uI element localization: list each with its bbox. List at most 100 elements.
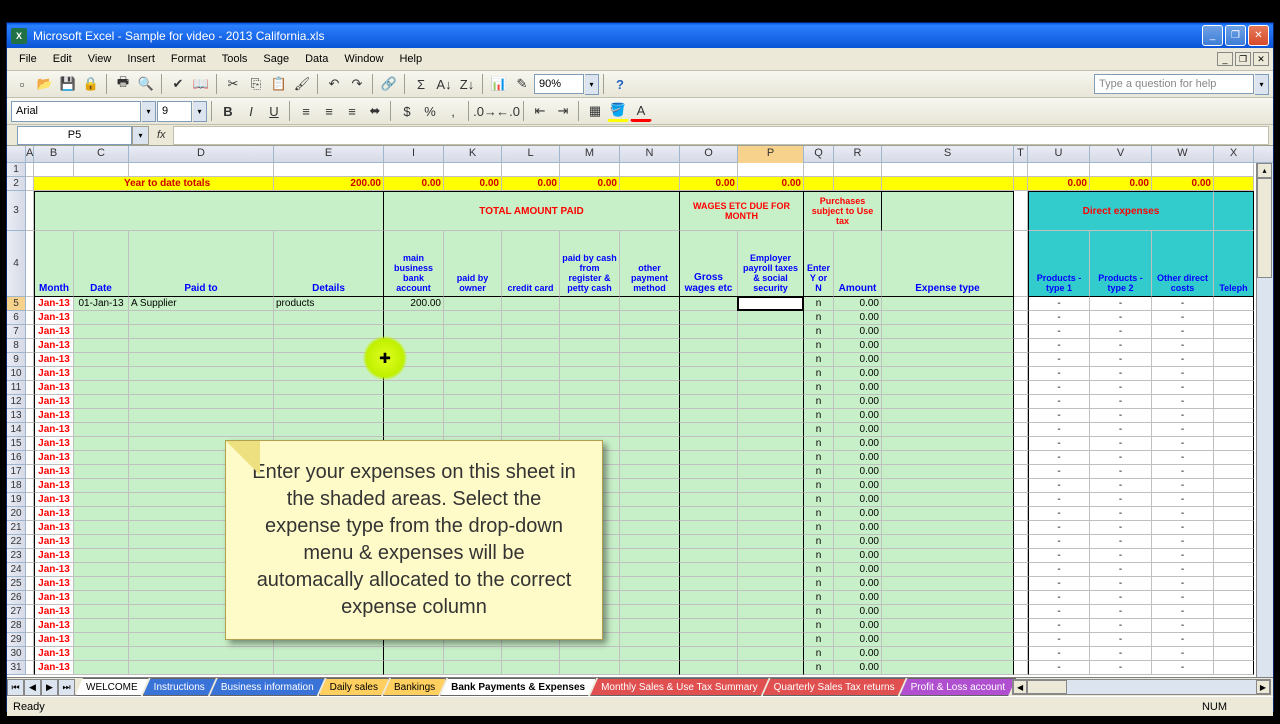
cell-Q10[interactable]: n — [804, 367, 834, 381]
colhdr-I[interactable]: main business bank account — [384, 231, 444, 297]
cell-P31[interactable] — [738, 661, 804, 675]
cell-W17[interactable]: - — [1152, 465, 1214, 479]
cell-N10[interactable] — [620, 367, 680, 381]
cell-N17[interactable] — [620, 465, 680, 479]
cell-M31[interactable] — [560, 661, 620, 675]
cell-C20[interactable] — [74, 507, 129, 521]
cell-O9[interactable] — [680, 353, 738, 367]
cell-V9[interactable]: - — [1090, 353, 1152, 367]
menu-file[interactable]: File — [11, 51, 45, 67]
cell-C23[interactable] — [74, 549, 129, 563]
cell-P20[interactable] — [738, 507, 804, 521]
cell-E5[interactable]: products — [274, 297, 384, 311]
cell-S18[interactable] — [882, 479, 1014, 493]
cell-P17[interactable] — [738, 465, 804, 479]
cell-B24[interactable]: Jan-13 — [34, 563, 74, 577]
cell-M5[interactable] — [560, 297, 620, 311]
cell-B31[interactable]: Jan-13 — [34, 661, 74, 675]
inc-indent-icon[interactable]: ⇥ — [552, 100, 574, 122]
cell-U13[interactable]: - — [1028, 409, 1090, 423]
cell-V13[interactable]: - — [1090, 409, 1152, 423]
cell-O16[interactable] — [680, 451, 738, 465]
cell-V10[interactable]: - — [1090, 367, 1152, 381]
row-header-25[interactable]: 25 — [7, 577, 26, 591]
cell-N26[interactable] — [620, 591, 680, 605]
cell-U27[interactable]: - — [1028, 605, 1090, 619]
colhdr-E[interactable]: Details — [274, 231, 384, 297]
cell-R17[interactable]: 0.00 — [834, 465, 882, 479]
hdr-direct-expenses[interactable]: Direct expenses — [1028, 191, 1214, 231]
col-header-A[interactable]: A — [26, 146, 34, 163]
cell-N29[interactable] — [620, 633, 680, 647]
cell-B16[interactable]: Jan-13 — [34, 451, 74, 465]
cell-P21[interactable] — [738, 521, 804, 535]
cell-R22[interactable]: 0.00 — [834, 535, 882, 549]
cell-Q9[interactable]: n — [804, 353, 834, 367]
cell-N5[interactable] — [620, 297, 680, 311]
name-box[interactable]: P5 — [17, 126, 132, 145]
inc-dec-icon[interactable]: .0→ — [474, 100, 496, 122]
cell-K13[interactable] — [444, 409, 502, 423]
cell-S21[interactable] — [882, 521, 1014, 535]
hdr-expensetype-blank[interactable] — [882, 191, 1014, 231]
cell-K7[interactable] — [444, 325, 502, 339]
cell-W31[interactable]: - — [1152, 661, 1214, 675]
cell-N7[interactable] — [620, 325, 680, 339]
cell-Q11[interactable]: n — [804, 381, 834, 395]
cell-U8[interactable]: - — [1028, 339, 1090, 353]
cell-M14[interactable] — [560, 423, 620, 437]
cell-R11[interactable]: 0.00 — [834, 381, 882, 395]
cell-V18[interactable]: - — [1090, 479, 1152, 493]
cell-L7[interactable] — [502, 325, 560, 339]
cell-K30[interactable] — [444, 647, 502, 661]
col-header-O[interactable]: O — [680, 146, 738, 163]
col-header-B[interactable]: B — [34, 146, 74, 163]
cell-V6[interactable]: - — [1090, 311, 1152, 325]
colhdr-B[interactable]: Month — [34, 231, 74, 297]
cell-E7[interactable] — [274, 325, 384, 339]
cell-S15[interactable] — [882, 437, 1014, 451]
cell-V30[interactable]: - — [1090, 647, 1152, 661]
cell-B23[interactable]: Jan-13 — [34, 549, 74, 563]
cell-I31[interactable] — [384, 661, 444, 675]
research-icon[interactable]: 📖 — [190, 73, 212, 95]
drawing-icon[interactable]: ✎ — [511, 73, 533, 95]
row-header-23[interactable]: 23 — [7, 549, 26, 563]
cell-D31[interactable] — [129, 661, 274, 675]
menu-sage[interactable]: Sage — [255, 51, 297, 67]
colhdr-M[interactable]: paid by cash from register & petty cash — [560, 231, 620, 297]
cell-W8[interactable]: - — [1152, 339, 1214, 353]
cell-N9[interactable] — [620, 353, 680, 367]
cell-Q30[interactable]: n — [804, 647, 834, 661]
cell-B22[interactable]: Jan-13 — [34, 535, 74, 549]
row-header-7[interactable]: 7 — [7, 325, 26, 339]
cell-N28[interactable] — [620, 619, 680, 633]
cell-Q22[interactable]: n — [804, 535, 834, 549]
menu-edit[interactable]: Edit — [45, 51, 80, 67]
cell-U6[interactable]: - — [1028, 311, 1090, 325]
cell-U29[interactable]: - — [1028, 633, 1090, 647]
cell-L9[interactable] — [502, 353, 560, 367]
cell-V21[interactable]: - — [1090, 521, 1152, 535]
save-icon[interactable]: 💾 — [57, 73, 79, 95]
cell-X29[interactable] — [1214, 633, 1254, 647]
cell-W24[interactable]: - — [1152, 563, 1214, 577]
cell-Q21[interactable]: n — [804, 521, 834, 535]
cell-L8[interactable] — [502, 339, 560, 353]
row-header-20[interactable]: 20 — [7, 507, 26, 521]
colhdr-L[interactable]: credit card — [502, 231, 560, 297]
cell-U24[interactable]: - — [1028, 563, 1090, 577]
cell-U28[interactable]: - — [1028, 619, 1090, 633]
cell-R19[interactable]: 0.00 — [834, 493, 882, 507]
cell-B9[interactable]: Jan-13 — [34, 353, 74, 367]
cell-C30[interactable] — [74, 647, 129, 661]
preview-icon[interactable]: 🔍 — [135, 73, 157, 95]
total-O[interactable]: 0.00 — [680, 177, 738, 191]
fmt-painter-icon[interactable]: 🖌 — [291, 73, 313, 95]
cell-S31[interactable] — [882, 661, 1014, 675]
cell-R16[interactable]: 0.00 — [834, 451, 882, 465]
cell-C21[interactable] — [74, 521, 129, 535]
cell-Q13[interactable]: n — [804, 409, 834, 423]
total-K[interactable]: 0.00 — [444, 177, 502, 191]
dec-dec-icon[interactable]: ←.0 — [497, 100, 519, 122]
